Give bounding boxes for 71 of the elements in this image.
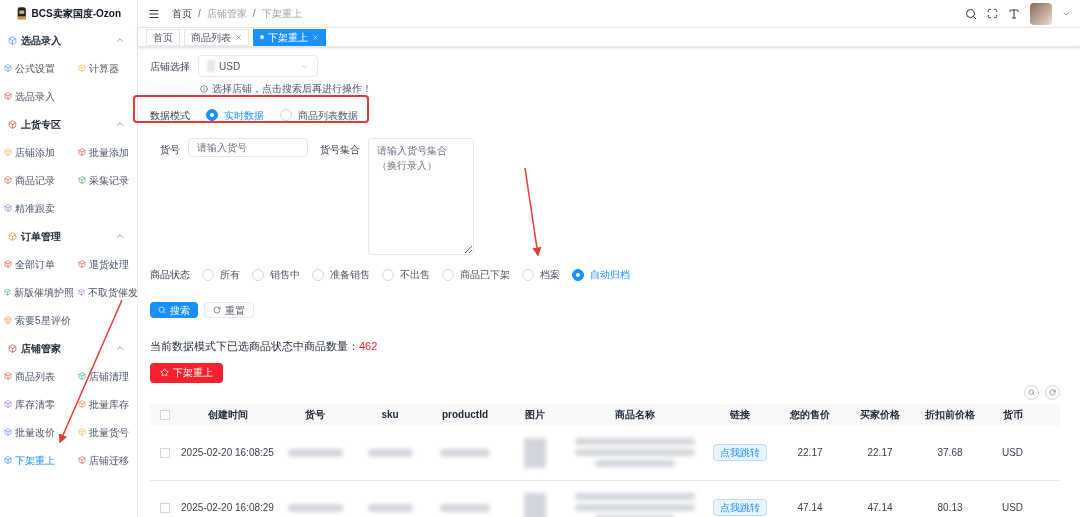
sidebar-item[interactable]: 索要5星评价 bbox=[0, 306, 74, 334]
relist-button[interactable]: 下架重上 bbox=[150, 362, 223, 383]
field-label: 货号集合 bbox=[320, 143, 360, 157]
sidebar-item[interactable]: 商品列表 bbox=[0, 362, 74, 390]
sidebar-item[interactable]: 批量改价 bbox=[0, 418, 74, 446]
sidebar-item[interactable]: 批量货号 bbox=[74, 418, 137, 446]
sidebar-item[interactable]: 公式设置 bbox=[0, 54, 74, 82]
radio-option[interactable]: 销售中 bbox=[252, 267, 300, 282]
field-label: 货号 bbox=[159, 143, 180, 157]
radio-option[interactable]: 商品已下架 bbox=[442, 267, 510, 282]
sidebar-item[interactable]: 新版催填护照 bbox=[0, 278, 74, 306]
sku-set-textarea[interactable]: 请输入货号集合（换行录入） bbox=[368, 138, 474, 255]
column-header: 货币 bbox=[1001, 408, 1024, 422]
sidebar-item[interactable]: 精准跟卖 bbox=[0, 194, 74, 222]
field-label: 店铺选择 bbox=[150, 59, 190, 74]
radio-option[interactable]: 准备销售 bbox=[312, 267, 370, 282]
table-cell-text: USD bbox=[1000, 446, 1025, 460]
field-label: 数据模式 bbox=[150, 108, 190, 123]
app-title: BCS卖家国度-Ozon bbox=[31, 6, 121, 21]
sidebar-item[interactable]: 选品录入 bbox=[0, 82, 74, 110]
column-header: 货号 bbox=[304, 408, 326, 422]
sidebar-item[interactable]: 计算器 bbox=[74, 54, 137, 82]
sidebar-item[interactable]: 店铺清理 bbox=[74, 362, 137, 390]
column-header: 买家价格 bbox=[859, 408, 901, 422]
table-cell-text: 22.17 bbox=[866, 446, 894, 460]
sidebar-item[interactable]: 店铺添加 bbox=[0, 138, 74, 166]
sku-input[interactable]: 请输入货号 bbox=[188, 138, 308, 157]
sidebar-item[interactable]: 商品记录 bbox=[0, 166, 74, 194]
column-header: 商品名称 bbox=[614, 408, 656, 422]
sidebar-section-header[interactable]: 选品录入 bbox=[0, 26, 137, 54]
breadcrumb-link[interactable]: 首页 bbox=[172, 6, 192, 21]
column-header: 图片 bbox=[524, 408, 546, 422]
count-value: 462 bbox=[359, 339, 378, 354]
column-header: 您的售价 bbox=[789, 408, 831, 422]
breadcrumb-separator: / bbox=[252, 7, 256, 21]
table-cell-text: 80.13 bbox=[936, 501, 964, 515]
reset-button[interactable]: 重置 bbox=[204, 302, 254, 318]
column-header: 折扣前价格 bbox=[924, 408, 976, 422]
radio-option[interactable]: 商品列表数据 bbox=[280, 107, 358, 123]
sidebar-item[interactable]: 批量库存 bbox=[74, 390, 137, 418]
hint-text: 选择店铺，点击搜索后再进行操作！ bbox=[212, 82, 372, 96]
column-header: 创建时间 bbox=[206, 408, 249, 422]
table-cell-text: 47.14 bbox=[866, 501, 894, 515]
table-cell-text: USD bbox=[1000, 501, 1025, 515]
radio-option[interactable]: 档案 bbox=[522, 267, 560, 282]
sidebar-item[interactable]: 退货处理 bbox=[74, 250, 137, 278]
column-header: 链接 bbox=[729, 408, 751, 422]
table-cell-text: 47.14 bbox=[796, 501, 824, 515]
sidebar-item[interactable]: 店铺迁移 bbox=[74, 446, 137, 474]
radio-option[interactable]: 所有 bbox=[202, 267, 240, 282]
sidebar-section-header[interactable]: 上货专区 bbox=[0, 110, 137, 138]
page-tab[interactable]: 商品列表 bbox=[184, 28, 249, 46]
column-header: sku bbox=[380, 408, 400, 422]
table-cell-text: 2025-02-20 16:08:29 bbox=[180, 501, 275, 515]
table-cell-text: 37.68 bbox=[936, 446, 964, 460]
sidebar-item[interactable]: 库存清零 bbox=[0, 390, 74, 418]
sidebar-item[interactable]: 批量添加 bbox=[74, 138, 137, 166]
sidebar-section-header[interactable]: 店铺管家 bbox=[0, 334, 137, 362]
radio-option[interactable]: 不出售 bbox=[382, 267, 430, 282]
sidebar-section-header[interactable]: 订单管理 bbox=[0, 222, 137, 250]
table-cell-text: 22.17 bbox=[796, 446, 824, 460]
table-cell-text: 2025-02-20 16:08:25 bbox=[180, 446, 275, 460]
count-label: 当前数据模式下已选商品状态中商品数量： bbox=[150, 339, 359, 354]
store-select[interactable]: USD bbox=[198, 55, 318, 77]
sidebar-item[interactable]: 不取货催发 bbox=[74, 278, 137, 306]
breadcrumb-separator: / bbox=[198, 7, 201, 21]
sidebar-item[interactable]: 全部订单 bbox=[0, 250, 74, 278]
page-tab[interactable]: 首页 bbox=[146, 28, 180, 46]
column-header: productId bbox=[440, 408, 490, 422]
sidebar-item[interactable]: 采集记录 bbox=[74, 166, 137, 194]
field-label: 商品状态 bbox=[150, 268, 190, 282]
